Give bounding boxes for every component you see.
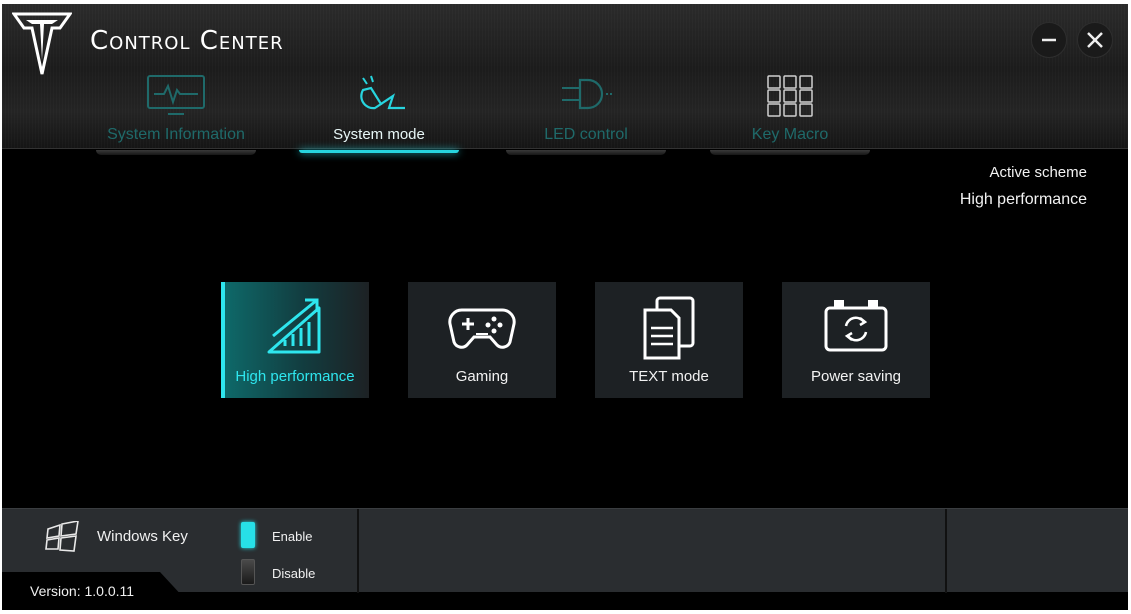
tab-underline [710,150,870,155]
tab-label: System Information [107,126,245,143]
mode-label: Power saving [810,368,902,385]
footer-divider [357,509,359,593]
active-scheme-caption: Active scheme [989,164,1087,181]
app-logo-icon [12,12,72,75]
close-icon [1087,32,1103,48]
monitor-pulse-icon [147,75,205,115]
tab-key-macro[interactable]: Key Macro [710,70,870,155]
document-icon [643,296,695,360]
windows-key-enable-toggle[interactable] [241,522,255,548]
footer-divider [945,509,947,593]
mode-label: TEXT mode [629,368,709,385]
keypad-icon [767,75,813,117]
battery-cycle-icon [824,300,888,352]
minimize-icon [1042,38,1056,42]
active-scheme-value: High performance [959,191,1087,208]
windows-key-enable-label[interactable]: Enable [272,529,312,544]
version-label: Version: 1.0.0.11 [30,583,135,599]
mode-high-performance-button[interactable]: High performance [221,282,369,398]
header-bar: Control Center System Information System… [2,4,1128,155]
tab-label: System mode [333,126,425,143]
tab-system-mode[interactable]: System mode [299,70,459,153]
windows-key-label: Windows Key [97,528,188,545]
mode-power-saving-button[interactable]: Power saving [782,282,930,398]
windows-key-disable-label[interactable]: Disable [272,566,315,581]
tab-label: Key Macro [751,126,829,143]
led-bulb-icon [562,78,612,110]
gamepad-icon [448,308,516,349]
mode-text-button[interactable]: TEXT mode [595,282,743,398]
minimize-button[interactable] [1031,22,1067,58]
tab-underline [96,150,256,155]
windows-logo-icon [45,521,79,552]
tab-label: LED control [544,126,628,143]
performance-chart-icon [267,298,321,354]
tab-underline [299,150,459,153]
windows-key-disable-toggle[interactable] [241,559,255,585]
tab-led-control[interactable]: LED control [506,70,666,155]
close-button[interactable] [1077,22,1113,58]
tab-system-information[interactable]: System Information [96,70,256,155]
app-title: Control Center [90,26,284,56]
footer-panel: Windows Key Enable Disable [2,508,1128,593]
mode-gaming-button[interactable]: Gaming [408,282,556,398]
control-center-window: Control Center System Information System… [2,4,1128,610]
mode-label: High performance [235,368,355,385]
mode-label: Gaming [455,368,509,385]
tab-underline [506,150,666,155]
mode-plug-icon [360,75,405,110]
